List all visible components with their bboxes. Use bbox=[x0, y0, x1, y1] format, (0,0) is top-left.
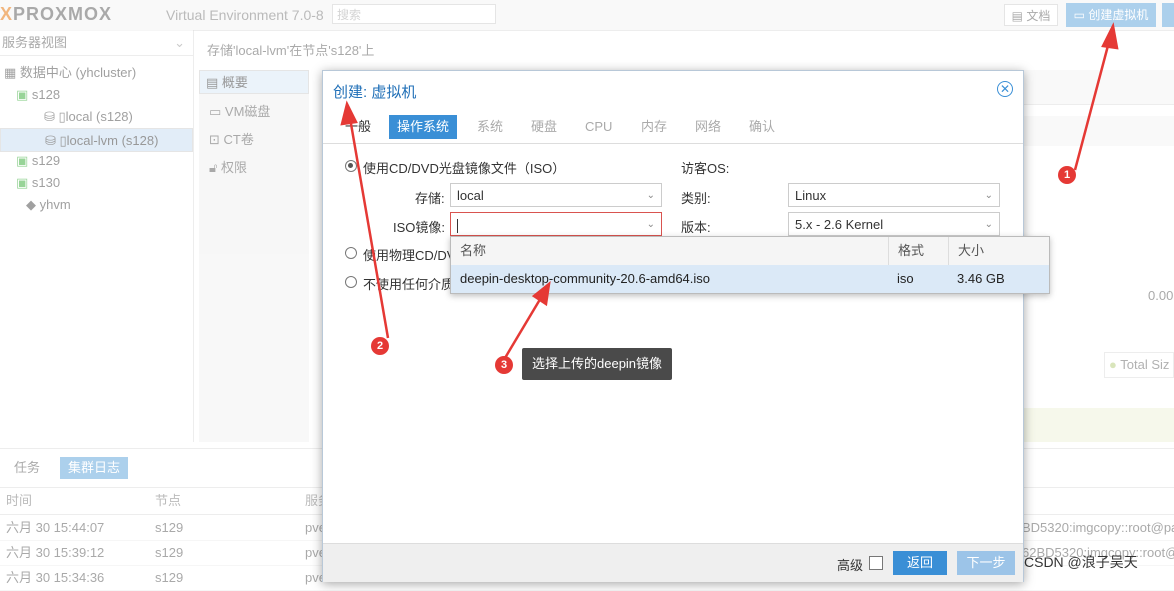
arrow-head-icon bbox=[340, 100, 358, 126]
arrow-head-icon bbox=[531, 281, 551, 307]
step-badge-1: 1 bbox=[1058, 166, 1076, 184]
step-badge-3: 3 bbox=[495, 356, 513, 374]
step-badge-2: 2 bbox=[371, 337, 389, 355]
arrow-head-icon bbox=[1101, 22, 1119, 50]
annotation-callout: 选择上传的deepin镜像 bbox=[522, 348, 673, 380]
annotation-arrows bbox=[340, 22, 1119, 359]
